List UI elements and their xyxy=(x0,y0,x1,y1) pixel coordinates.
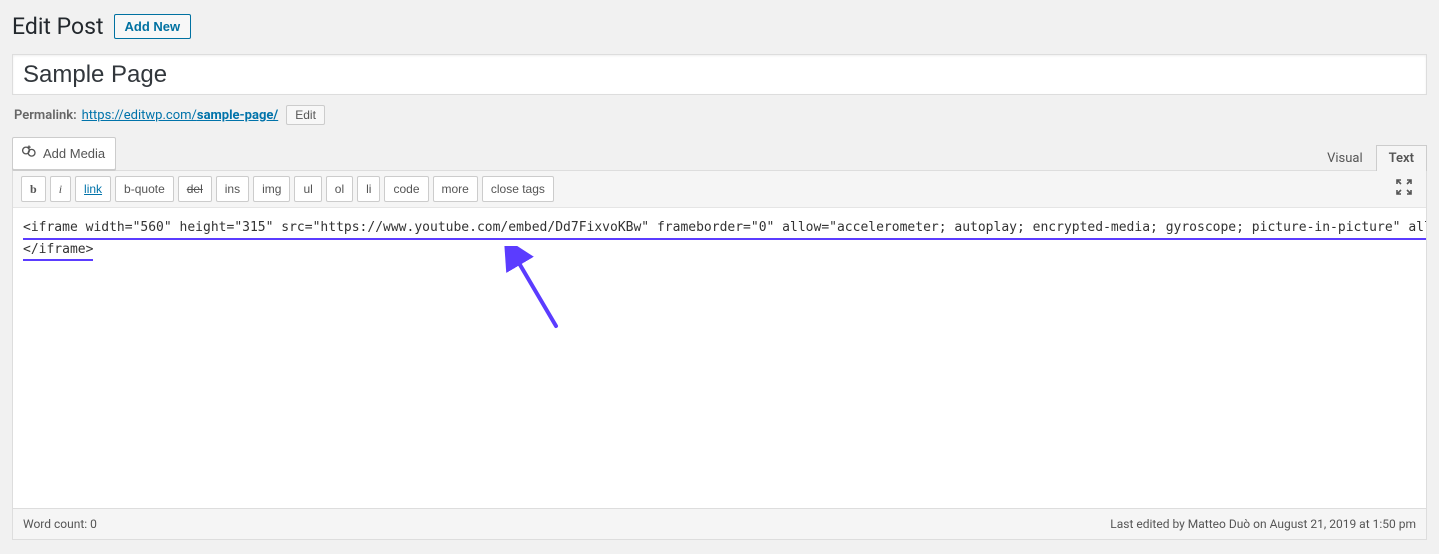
qt-bquote-button[interactable]: b-quote xyxy=(115,176,174,202)
editor-tabs: Visual Text xyxy=(1314,144,1427,170)
fullscreen-wrap xyxy=(1394,177,1418,201)
page-title: Edit Post xyxy=(12,12,104,42)
qt-bold-button[interactable]: b xyxy=(21,176,46,202)
tab-visual[interactable]: Visual xyxy=(1314,145,1376,171)
qt-del-button[interactable]: del xyxy=(178,176,212,202)
qt-close-button[interactable]: close tags xyxy=(482,176,554,202)
permalink-row: Permalink: https://editwp.com/sample-pag… xyxy=(12,105,1427,137)
add-media-button[interactable]: Add Media xyxy=(12,137,116,170)
editor-textarea[interactable]: <iframe width="560" height="315" src="ht… xyxy=(13,208,1426,508)
editor-box: b i link b-quote del ins img ul ol li co… xyxy=(12,170,1427,540)
editor-status-bar: Word count: 0 Last edited by Matteo Duò … xyxy=(13,508,1426,539)
media-tabs-row: Add Media Visual Text xyxy=(12,137,1427,170)
qt-link-button[interactable]: link xyxy=(75,176,111,202)
qt-img-button[interactable]: img xyxy=(253,176,290,202)
word-count: Word count: 0 xyxy=(23,517,97,531)
qt-italic-button[interactable]: i xyxy=(50,176,71,202)
page-header: Edit Post Add New xyxy=(12,12,1427,42)
post-title-input[interactable] xyxy=(12,54,1427,96)
permalink-label: Permalink: xyxy=(14,108,77,123)
qt-more-button[interactable]: more xyxy=(433,176,478,202)
fullscreen-icon[interactable] xyxy=(1394,177,1414,197)
qt-code-button[interactable]: code xyxy=(384,176,428,202)
permalink-link[interactable]: https://editwp.com/sample-page/ xyxy=(82,108,279,123)
add-new-button[interactable]: Add New xyxy=(114,14,192,39)
media-icon xyxy=(20,143,38,164)
editor-line-2: </iframe> xyxy=(23,240,93,262)
qt-ins-button[interactable]: ins xyxy=(216,176,249,202)
tab-text[interactable]: Text xyxy=(1376,145,1427,171)
editor-line-1: <iframe width="560" height="315" src="ht… xyxy=(23,218,1426,240)
add-media-label: Add Media xyxy=(43,146,105,161)
title-input-wrap xyxy=(12,54,1427,96)
qt-li-button[interactable]: li xyxy=(357,176,380,202)
qt-ul-button[interactable]: ul xyxy=(294,176,321,202)
permalink-edit-button[interactable]: Edit xyxy=(286,105,325,125)
qt-ol-button[interactable]: ol xyxy=(326,176,353,202)
last-edited: Last edited by Matteo Duò on August 21, … xyxy=(1110,517,1416,531)
quicktags-toolbar: b i link b-quote del ins img ul ol li co… xyxy=(13,171,1426,208)
